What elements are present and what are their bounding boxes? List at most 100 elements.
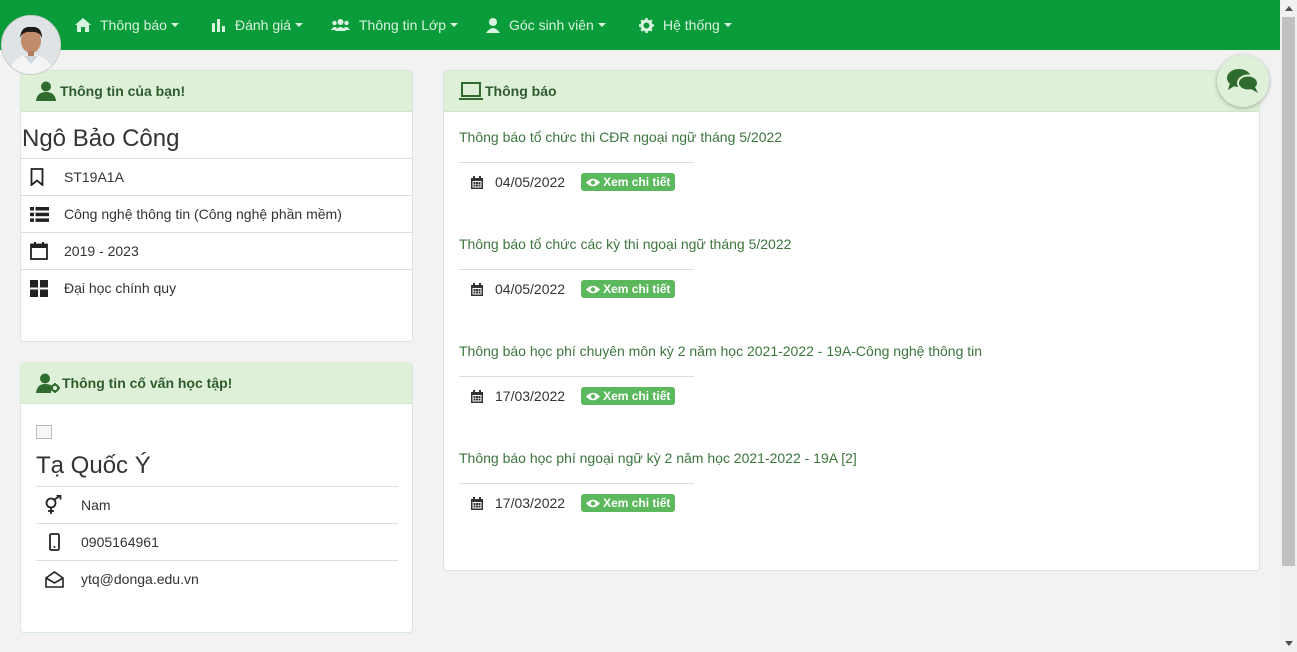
nav-thong-tin-lop[interactable]: Thông tin Lớp xyxy=(331,0,459,50)
phone: 0905164961 xyxy=(81,534,159,550)
student-name: Ngô Bảo Công xyxy=(22,125,180,152)
mobile-phone-icon xyxy=(36,533,72,551)
chat-bubbles-icon xyxy=(1227,68,1259,94)
bar-chart-icon xyxy=(212,18,226,32)
nav-label: Góc sinh viên xyxy=(509,17,594,33)
panel-header: Thông báo xyxy=(444,71,1259,112)
notice-date: 17/03/2022 xyxy=(495,495,566,511)
info-row-years: 2019 - 2023 xyxy=(21,232,412,269)
class-code: ST19A1A xyxy=(64,169,124,185)
program: Đại học chính quy xyxy=(64,280,177,296)
calendar-icon xyxy=(21,242,57,260)
panel-header: Thông tin của bạn! xyxy=(21,71,412,112)
student-info-panel: Thông tin của bạn! Ngô Bảo Công ST19A1A … xyxy=(20,70,413,342)
user-icon xyxy=(486,17,500,33)
advisor-row-gender: Nam xyxy=(36,486,398,523)
advisor-name: Tạ Quốc Ý xyxy=(36,452,151,479)
home-icon xyxy=(75,18,91,32)
gear-icon xyxy=(639,17,654,33)
info-row-class: ST19A1A xyxy=(21,158,412,195)
advisor-row-email: ytq@donga.edu.vn xyxy=(36,560,398,597)
nav-label: Hệ thống xyxy=(663,17,720,33)
calendar-icon xyxy=(459,175,495,189)
caret-down-icon xyxy=(170,23,179,27)
users-icon xyxy=(331,18,350,32)
vertical-scrollbar[interactable] xyxy=(1280,0,1297,652)
notice-title[interactable]: Thông báo học phí ngoại ngữ kỳ 2 năm học… xyxy=(459,450,1239,466)
notice-item: Thông báo tổ chức thi CĐR ngoại ngữ thán… xyxy=(459,129,1239,209)
user-gear-icon xyxy=(36,373,60,393)
panel-title: Thông tin của bạn! xyxy=(60,83,186,99)
grid-icon xyxy=(21,279,57,297)
broken-image-icon xyxy=(36,425,52,439)
nav-he-thong[interactable]: Hệ thống xyxy=(639,0,732,50)
email[interactable]: ytq@donga.edu.vn xyxy=(81,571,199,587)
advisor-info-panel: Thông tin cố vấn học tập! Tạ Quốc Ý Nam … xyxy=(20,362,413,633)
notice-item: Thông báo học phí ngoại ngữ kỳ 2 năm học… xyxy=(459,450,1239,530)
chat-button[interactable] xyxy=(1217,55,1269,107)
notice-title[interactable]: Thông báo tổ chức thi CĐR ngoại ngữ thán… xyxy=(459,129,1239,145)
scroll-down-arrow-icon[interactable] xyxy=(1280,635,1297,652)
view-detail-label: Xem chi tiết xyxy=(603,282,671,296)
notice-date: 04/05/2022 xyxy=(495,174,566,190)
view-detail-label: Xem chi tiết xyxy=(603,389,671,403)
eye-icon xyxy=(586,285,601,294)
eye-icon xyxy=(586,392,601,401)
nav-goc-sinh-vien[interactable]: Góc sinh viên xyxy=(486,0,606,50)
notice-item: Thông báo tổ chức các kỳ thi ngoại ngữ t… xyxy=(459,236,1239,316)
divider xyxy=(459,483,694,484)
notices-panel: Thông báo Thông báo tổ chức thi CĐR ngoạ… xyxy=(443,70,1260,571)
view-detail-button[interactable]: Xem chi tiết xyxy=(581,494,676,512)
calendar-icon xyxy=(459,389,495,403)
notice-meta: 04/05/2022 Xem chi tiết xyxy=(459,173,676,191)
notice-date: 04/05/2022 xyxy=(495,281,566,297)
notice-meta: 04/05/2022 Xem chi tiết xyxy=(459,280,676,298)
nav-label: Thông tin Lớp xyxy=(359,17,447,33)
nav-thong-bao[interactable]: Thông báo xyxy=(75,0,179,50)
info-row-major: Công nghệ thông tin (Công nghệ phần mềm) xyxy=(21,195,412,232)
nav-danh-gia[interactable]: Đánh giá xyxy=(212,0,304,50)
nav-label: Đánh giá xyxy=(235,17,292,33)
bookmark-icon xyxy=(21,168,53,186)
nav-label: Thông báo xyxy=(100,17,167,33)
list-icon xyxy=(21,206,57,222)
top-navbar: Thông báo Đánh giá Thông tin Lớp Góc sin… xyxy=(0,0,1280,50)
panel-title: Thông báo xyxy=(485,83,557,99)
laptop-icon xyxy=(459,81,483,101)
notice-meta: 17/03/2022 Xem chi tiết xyxy=(459,387,676,405)
avatar[interactable] xyxy=(1,15,61,75)
view-detail-label: Xem chi tiết xyxy=(603,496,671,510)
eye-icon xyxy=(586,499,601,508)
notice-title[interactable]: Thông báo học phí chuyên môn kỳ 2 năm họ… xyxy=(459,343,1239,359)
advisor-row-phone: 0905164961 xyxy=(36,523,398,560)
caret-down-icon xyxy=(723,23,732,27)
calendar-icon xyxy=(459,496,495,510)
notice-title[interactable]: Thông báo tổ chức các kỳ thi ngoại ngữ t… xyxy=(459,236,1239,252)
notice-item: Thông báo học phí chuyên môn kỳ 2 năm họ… xyxy=(459,343,1239,423)
divider xyxy=(459,269,694,270)
divider xyxy=(459,162,694,163)
calendar-icon xyxy=(459,282,495,296)
info-row-program: Đại học chính quy xyxy=(21,269,412,306)
caret-down-icon xyxy=(295,23,304,27)
scroll-thumb[interactable] xyxy=(1282,17,1295,566)
years: 2019 - 2023 xyxy=(64,243,139,259)
view-detail-label: Xem chi tiết xyxy=(603,175,671,189)
notice-meta: 17/03/2022 Xem chi tiết xyxy=(459,494,676,512)
view-detail-button[interactable]: Xem chi tiết xyxy=(581,387,676,405)
caret-down-icon xyxy=(450,23,459,27)
panel-title: Thông tin cố vấn học tập! xyxy=(62,375,233,391)
notice-date: 17/03/2022 xyxy=(495,388,566,404)
gender: Nam xyxy=(81,497,111,513)
major: Công nghệ thông tin (Công nghệ phần mềm) xyxy=(64,206,342,222)
view-detail-button[interactable]: Xem chi tiết xyxy=(581,280,676,298)
gender-icon xyxy=(36,495,72,515)
user-icon xyxy=(36,81,56,101)
panel-header: Thông tin cố vấn học tập! xyxy=(21,363,412,404)
scroll-up-arrow-icon[interactable] xyxy=(1280,0,1297,17)
envelope-open-icon xyxy=(36,570,72,588)
eye-icon xyxy=(586,178,601,187)
divider xyxy=(459,376,694,377)
caret-down-icon xyxy=(597,23,606,27)
view-detail-button[interactable]: Xem chi tiết xyxy=(581,173,676,191)
